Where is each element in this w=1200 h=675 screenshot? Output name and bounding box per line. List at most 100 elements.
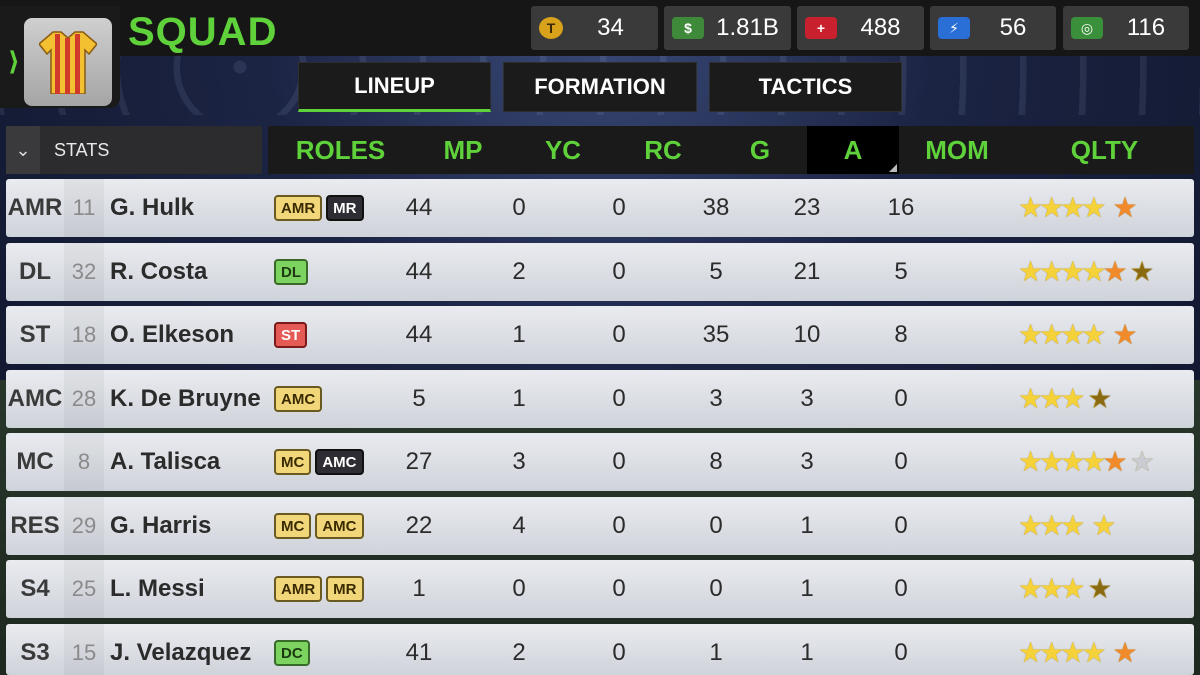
stat-rc: 0 [612,194,626,221]
star-icon: ★ [1102,446,1128,477]
role-badge: AMR [274,195,323,221]
club-crest-panel[interactable]: ⟩ [0,6,120,108]
player-row[interactable]: S3 15 J. Velazquez DC 41 2 0 1 1 0 ★ ★ ★ ★ ★ [6,624,1194,675]
token-icon: T [539,17,563,39]
stat-mom: 0 [894,512,908,539]
tab-formation[interactable]: FORMATION [503,62,697,112]
stat-mp: 44 [405,258,433,285]
star-icon: ★ [1129,256,1155,287]
player-roles: MC AMC [274,497,364,555]
resource-value: 116 [1126,14,1166,41]
stat-yc: 0 [512,575,526,602]
player-number: 25 [64,560,104,618]
player-row[interactable]: DL 32 R. Costa DL 44 2 0 5 21 5 ★ ★ ★ ★ ★ ★ [6,243,1194,301]
role-badge: DC [274,640,310,666]
resource-value: 34 [597,14,624,41]
stat-g: 5 [709,258,723,285]
stat-g: 0 [709,512,723,539]
stat-yc: 4 [512,512,526,539]
column-yc[interactable]: YC [513,126,613,174]
role-badge: AMR [274,576,323,602]
column-mom[interactable]: MOM [899,126,1015,174]
role-badge: AMC [315,449,364,475]
stat-mom: 0 [894,575,908,602]
resource-energy[interactable]: ⚡ 56 [930,6,1056,50]
quality-stars: ★ ★ ★ ★ ★ [1018,624,1138,675]
column-qlty[interactable]: QLTY [1015,126,1194,174]
player-row[interactable]: S4 25 L. Messi AMR MR 1 0 0 0 1 0 ★ ★ ★ ★ [6,560,1194,618]
resource-medical[interactable]: +488 [797,6,924,50]
stat-mp: 1 [412,575,426,602]
player-position: S3 [20,639,50,666]
stat-mom: 5 [894,258,908,285]
player-name: J. Velazquez [110,639,252,666]
cash-icon: $ [672,17,704,39]
stat-mom: 0 [894,448,908,475]
stat-a: 10 [793,321,821,348]
player-name: G. Hulk [110,194,195,221]
club-crest[interactable] [24,18,112,106]
player-row[interactable]: ST 18 O. Elkeson ST 44 1 0 35 10 8 ★ ★ ★ ★ ★ [6,306,1194,364]
stat-mp: 27 [405,448,433,475]
column-roles[interactable]: ROLES [268,126,413,174]
stat-g: 1 [709,639,723,666]
role-badge: ST [274,322,308,348]
column-a[interactable]: A [807,126,899,174]
column-mp[interactable]: MP [413,126,513,174]
stat-yc: 3 [512,448,526,475]
stat-mp: 41 [405,639,433,666]
player-position: AMR [7,194,63,221]
player-roles: DL [274,243,308,301]
tab-tactics[interactable]: TACTICS [709,62,902,112]
player-number: 32 [64,243,104,301]
player-row[interactable]: MC 8 A. Talisca MC AMC 27 3 0 8 3 0 ★ ★ ★ ★ ★ ★ [6,433,1194,491]
stat-mom: 0 [894,385,908,412]
star-icon: ★ [1081,319,1107,350]
stats-dropdown[interactable]: ⌄ STATS [6,126,262,174]
player-name: O. Elkeson [110,321,235,348]
stat-g: 3 [709,385,723,412]
stat-a: 3 [800,448,814,475]
stat-rc: 0 [612,258,626,285]
tab-lineup[interactable]: LINEUP [298,62,491,112]
stat-a: 23 [793,194,821,221]
star-icon: ★ [1081,192,1107,223]
player-row[interactable]: AMR 11 G. Hulk AMR MR 44 0 0 38 23 16 ★ ★ ★ ★ ★ [6,179,1194,237]
role-badge: MR [326,576,364,602]
player-position: ST [19,321,51,348]
stat-yc: 2 [512,639,526,666]
stat-mom: 16 [887,194,915,221]
quality-stars: ★ ★ ★ ★ ★ [1018,306,1138,364]
stat-g: 35 [702,321,730,348]
resource-cash[interactable]: $1.81B [664,6,791,50]
quality-stars: ★ ★ ★ ★ [1018,370,1112,428]
medical-icon: + [805,17,837,39]
star-icon: ★ [1087,573,1113,604]
stat-g: 38 [702,194,730,221]
player-number: 15 [64,624,104,675]
back-arrow-icon[interactable]: ⟩ [8,46,20,77]
star-icon: ★ [1112,319,1138,350]
column-g[interactable]: G [713,126,807,174]
player-name: L. Messi [110,575,205,602]
player-name: A. Talisca [110,448,221,475]
player-row[interactable]: AMC 28 K. De Bruyne AMC 5 1 0 3 3 0 ★ ★ ★ ★ [6,370,1194,428]
jersey-icon [37,30,99,95]
stat-yc: 2 [512,258,526,285]
stat-mom: 0 [894,639,908,666]
player-name: R. Costa [110,258,208,285]
star-icon: ★ [1112,192,1138,223]
column-rc[interactable]: RC [613,126,713,174]
column-header-row: ROLES MP YC RC G A MOM QLTY [268,126,1194,174]
stat-g: 8 [709,448,723,475]
player-position: RES [10,512,60,539]
resource-training[interactable]: ◎ 116 [1063,6,1189,50]
resource-token[interactable]: T 34 [531,6,658,50]
stats-dropdown-label: STATS [54,139,110,160]
player-row[interactable]: RES 29 G. Harris MC AMC 22 4 0 0 1 0 ★ ★ ★ ★ [6,497,1194,555]
resource-value: 56 [999,14,1027,41]
stat-rc: 0 [612,639,626,666]
star-icon: ★ [1060,573,1086,604]
chevron-down-icon: ⌄ [6,126,40,174]
stat-mp: 5 [412,385,426,412]
